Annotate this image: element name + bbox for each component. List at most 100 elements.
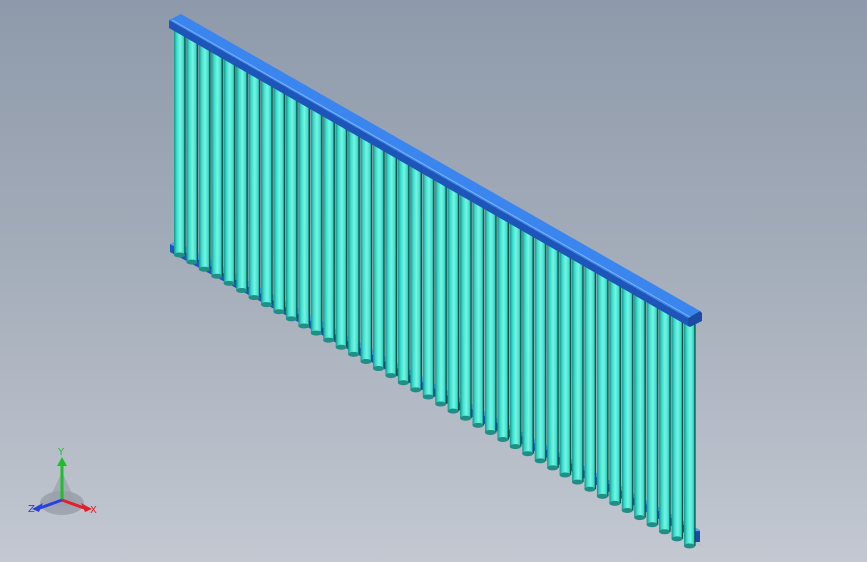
tube-bottom-cap [335, 344, 347, 350]
z-axis-label: Z [28, 504, 35, 515]
tube-bottom-cap [522, 451, 534, 457]
tube[interactable] [198, 42, 211, 272]
tube-bottom-cap [572, 479, 584, 485]
tube[interactable] [596, 268, 609, 499]
tube-body [534, 233, 546, 461]
view-orientation-triad[interactable]: Y X Z [26, 448, 104, 520]
tube-bottom-cap [634, 515, 646, 521]
tube-body [447, 183, 459, 412]
tube[interactable] [174, 28, 186, 258]
tube-bottom-cap [236, 287, 248, 293]
tube[interactable] [671, 310, 684, 542]
tube-body [397, 155, 409, 383]
tube-body [659, 303, 671, 532]
tube-bottom-cap [273, 309, 285, 315]
tube[interactable] [534, 233, 547, 464]
tube-body [596, 268, 608, 497]
tube-bottom-cap [285, 316, 297, 322]
tube-body [671, 310, 683, 539]
tube-bottom-cap [174, 252, 185, 258]
model-3d-view[interactable] [0, 0, 867, 562]
y-axis-arrow-icon [57, 457, 67, 466]
tube-body [559, 247, 571, 476]
tube-body [422, 169, 434, 397]
graphics-viewport[interactable]: Y X Z [0, 0, 867, 562]
tube-body [609, 275, 621, 504]
tube-bottom-cap [646, 522, 658, 528]
tube-body [236, 63, 248, 291]
tube-bottom-cap [621, 508, 633, 514]
tube-bottom-cap [360, 358, 372, 364]
tube[interactable] [684, 318, 696, 549]
tube[interactable] [223, 56, 236, 286]
tube-body [410, 162, 422, 390]
tube[interactable] [634, 289, 646, 521]
tube-body [460, 190, 472, 419]
tube[interactable] [211, 49, 223, 279]
tube[interactable] [584, 261, 597, 492]
tube[interactable] [547, 240, 559, 471]
tube[interactable] [484, 204, 497, 435]
tube-array[interactable] [174, 28, 696, 549]
tube[interactable] [410, 162, 422, 393]
tube-bottom-cap [248, 295, 260, 301]
tube-bottom-cap [373, 366, 385, 372]
tube[interactable] [422, 169, 435, 400]
tube-body [273, 84, 285, 312]
tube[interactable] [659, 303, 671, 535]
tube[interactable] [273, 84, 286, 315]
tube[interactable] [397, 155, 410, 386]
tube-bottom-cap [596, 493, 608, 499]
tube[interactable] [646, 296, 659, 528]
tube-body [509, 218, 521, 447]
tube[interactable] [522, 226, 534, 457]
tube-bottom-cap [385, 373, 397, 379]
tube[interactable] [621, 282, 634, 514]
tube[interactable] [559, 247, 572, 478]
tube[interactable] [186, 35, 199, 265]
tube[interactable] [472, 197, 485, 428]
tube-body [634, 289, 646, 518]
tube[interactable] [236, 63, 248, 293]
tube-bottom-cap [348, 351, 360, 357]
tube[interactable] [248, 70, 261, 301]
tube[interactable] [447, 183, 460, 414]
tube-body [310, 105, 322, 334]
tube-body [211, 49, 223, 277]
tube[interactable] [360, 134, 373, 364]
tube-bottom-cap [584, 486, 596, 492]
tube[interactable] [572, 254, 584, 485]
tube[interactable] [298, 98, 310, 329]
tube-body [385, 148, 397, 376]
tube-bottom-cap [447, 408, 459, 414]
tube-bottom-cap [547, 465, 559, 471]
tube[interactable] [261, 77, 273, 308]
tube[interactable] [497, 211, 510, 443]
tube[interactable] [310, 105, 323, 336]
tube-body [497, 211, 509, 440]
tube-body [360, 134, 372, 362]
tube[interactable] [335, 119, 348, 350]
tube-bottom-cap [323, 337, 335, 343]
tube-body [572, 254, 584, 483]
tube[interactable] [323, 112, 335, 343]
tube-bottom-cap [671, 536, 683, 542]
tube-bottom-cap [460, 415, 472, 421]
tube[interactable] [373, 141, 385, 372]
tube-bottom-cap [484, 429, 496, 435]
tube-bottom-cap [410, 387, 422, 393]
tube[interactable] [348, 127, 360, 357]
tube[interactable] [285, 91, 298, 322]
tube[interactable] [385, 148, 398, 379]
tube-body [435, 176, 447, 405]
tube-bottom-cap [298, 323, 310, 329]
tube[interactable] [460, 190, 472, 421]
tube[interactable] [435, 176, 447, 407]
tube[interactable] [509, 218, 522, 450]
tube-body [198, 42, 210, 270]
tube[interactable] [609, 275, 621, 506]
tube-bottom-cap [435, 401, 447, 407]
tube-body [348, 127, 360, 355]
tube-body [186, 35, 198, 263]
tube-bottom-cap [261, 302, 273, 308]
